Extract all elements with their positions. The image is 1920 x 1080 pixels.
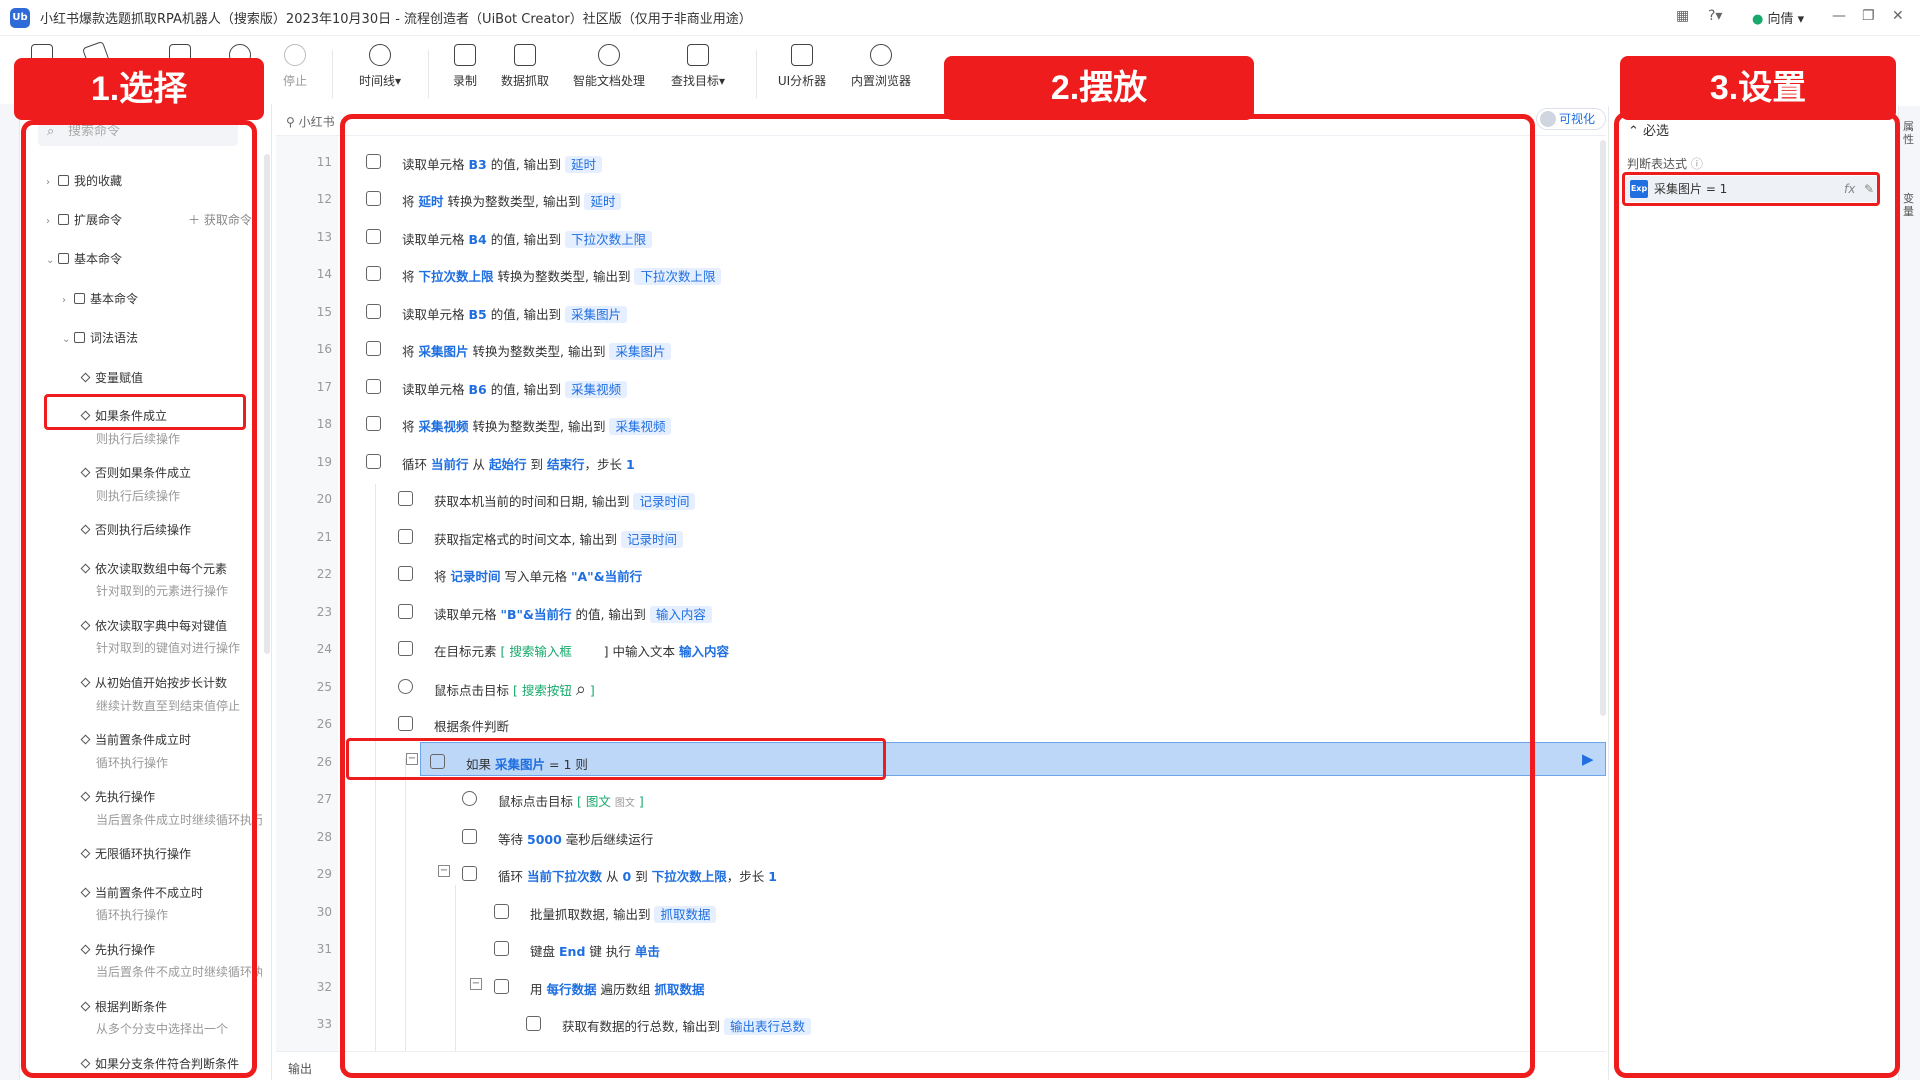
divider bbox=[756, 50, 757, 98]
record-label: 录制 bbox=[452, 74, 477, 88]
window-title: 小红书爆款选题抓取RPA机器人（搜索版）2023年10月30日 - 流程创造者（… bbox=[40, 12, 752, 27]
data-grab-icon bbox=[514, 44, 536, 66]
user-name: 向倩 bbox=[1767, 12, 1794, 27]
ui-analyzer-label: UI分析器 bbox=[777, 74, 827, 88]
builtin-browser-button[interactable]: 内置浏览器 bbox=[841, 44, 921, 89]
overlay-label-select: 1.选择 bbox=[14, 58, 264, 120]
overlay-label-setup: 3.设置 bbox=[1620, 56, 1896, 120]
timeline-button[interactable]: 时间线▾ bbox=[340, 44, 420, 89]
browser-icon bbox=[870, 44, 892, 66]
line-number: 11 bbox=[316, 155, 332, 169]
clock-icon bbox=[369, 44, 391, 66]
timeline-label: 时间线▾ bbox=[358, 74, 402, 88]
stop-button[interactable]: 停止 bbox=[255, 44, 335, 89]
app-logo-icon: Ub bbox=[10, 7, 30, 28]
left-scrollbar[interactable] bbox=[264, 154, 270, 654]
line-number: 22 bbox=[316, 567, 332, 581]
line-number: 14 bbox=[316, 267, 332, 281]
line-number: 33 bbox=[316, 1017, 332, 1031]
line-number: 12 bbox=[316, 192, 332, 206]
editor-scrollbar[interactable] bbox=[1600, 140, 1606, 716]
builtin-browser-label: 内置浏览器 bbox=[850, 74, 911, 88]
title-bar: Ub 小红书爆款选题抓取RPA机器人（搜索版）2023年10月30日 - 流程创… bbox=[0, 0, 1920, 36]
visualize-toggle[interactable]: 可视化 bbox=[1536, 108, 1606, 130]
line-number: 21 bbox=[316, 530, 332, 544]
find-target-button[interactable]: 查找目标▾ bbox=[658, 44, 738, 89]
line-number: 30 bbox=[316, 905, 332, 919]
output-label: 输出 bbox=[288, 1062, 313, 1076]
right-rail: 属性 变量 bbox=[1898, 106, 1920, 1080]
overlay-box-setup bbox=[1614, 112, 1900, 1078]
line-number: 20 bbox=[316, 492, 332, 506]
flow-icon: ⚲ bbox=[286, 115, 299, 129]
line-number: 27 bbox=[316, 792, 332, 806]
toggle-knob bbox=[1540, 111, 1556, 127]
rail-tab-properties[interactable]: 属性 bbox=[1903, 120, 1917, 146]
run-line-icon[interactable]: ▶ bbox=[1582, 750, 1594, 768]
breadcrumb-label: 小红书 bbox=[298, 115, 335, 129]
line-number: 25 bbox=[316, 680, 332, 694]
overlay-highlight-command bbox=[44, 394, 246, 430]
line-number: 26 bbox=[316, 717, 332, 731]
help-icon[interactable]: ?▾ bbox=[1708, 8, 1722, 24]
user-menu[interactable]: ● 向倩 ▾ bbox=[1752, 8, 1804, 27]
divider bbox=[332, 50, 333, 98]
ui-analyzer-icon bbox=[791, 44, 813, 66]
close-icon[interactable]: ✕ bbox=[1892, 8, 1904, 24]
overlay-highlight-row bbox=[346, 738, 886, 780]
line-number: 32 bbox=[316, 980, 332, 994]
overlay-box-select bbox=[21, 120, 257, 1078]
overlay-box-place bbox=[340, 114, 1535, 1078]
line-number: 16 bbox=[316, 342, 332, 356]
overlay-label-place: 2.摆放 bbox=[944, 56, 1254, 120]
line-number: 17 bbox=[316, 380, 332, 394]
line-number: 18 bbox=[316, 417, 332, 431]
breadcrumb[interactable]: ⚲ 小红书 bbox=[286, 113, 335, 130]
find-target-label: 查找目标▾ bbox=[670, 74, 726, 88]
line-number: 26 bbox=[316, 755, 332, 769]
line-number: 29 bbox=[316, 867, 332, 881]
stop-label: 停止 bbox=[282, 74, 307, 88]
restore-icon[interactable]: ❐ bbox=[1862, 8, 1875, 24]
smart-doc-label: 智能文档处理 bbox=[572, 74, 645, 88]
grid-icon[interactable]: ▦ bbox=[1676, 8, 1689, 24]
target-icon bbox=[687, 44, 709, 66]
rail-tab-variables[interactable]: 变量 bbox=[1903, 192, 1917, 218]
user-status-dot-icon: ● bbox=[1752, 12, 1764, 27]
overlay-highlight-expression bbox=[1622, 172, 1880, 206]
ai-icon bbox=[598, 44, 620, 66]
line-number: 23 bbox=[316, 605, 332, 619]
minimize-icon[interactable]: — bbox=[1832, 8, 1846, 24]
line-number: 31 bbox=[316, 942, 332, 956]
line-number: 19 bbox=[316, 455, 332, 469]
line-number: 28 bbox=[316, 830, 332, 844]
line-number: 15 bbox=[316, 305, 332, 319]
data-grab-label: 数据抓取 bbox=[500, 74, 549, 88]
line-number: 24 bbox=[316, 642, 332, 656]
data-grab-button[interactable]: 数据抓取 bbox=[485, 44, 565, 89]
stop-icon bbox=[284, 44, 306, 66]
record-icon bbox=[454, 44, 476, 66]
left-rail bbox=[0, 104, 20, 1080]
ui-analyzer-button[interactable]: UI分析器 bbox=[762, 44, 842, 89]
visualize-label: 可视化 bbox=[1559, 112, 1596, 126]
line-number: 13 bbox=[316, 230, 332, 244]
smart-doc-button[interactable]: 智能文档处理 bbox=[569, 44, 649, 89]
